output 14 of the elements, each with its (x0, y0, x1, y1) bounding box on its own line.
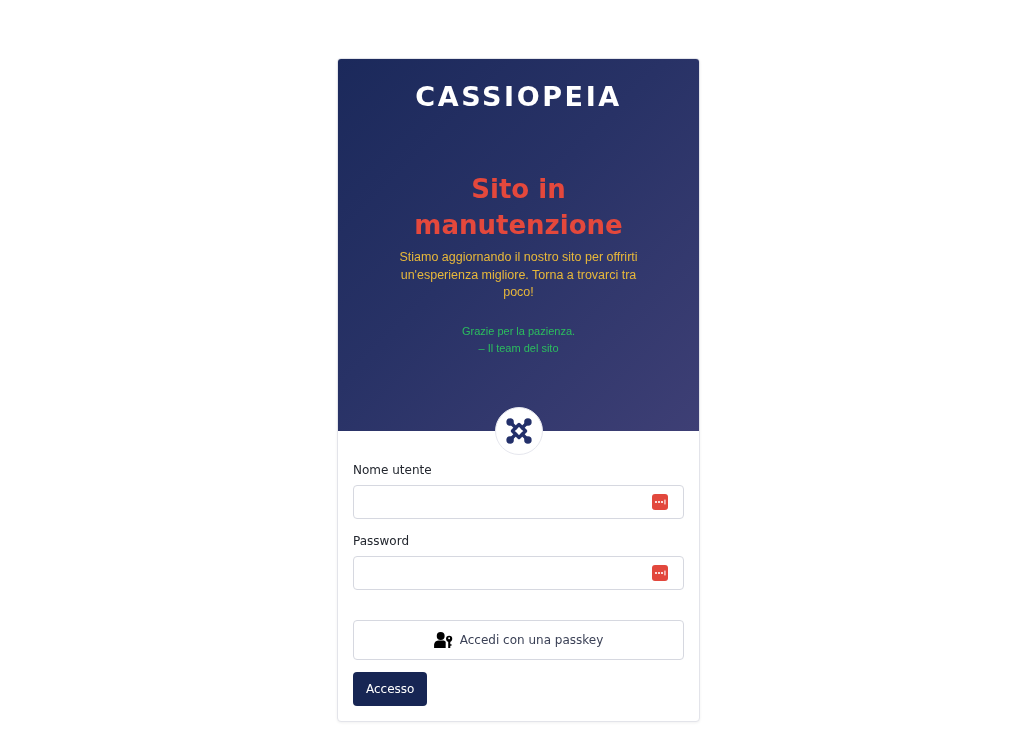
dots-badge-icon[interactable] (652, 493, 668, 510)
passkey-button[interactable]: Accedi con una passkey (353, 619, 684, 660)
input-field[interactable] (353, 484, 684, 519)
maintenance-message: Stiamo aggiornando il nostro sito per offrirti un'esperienza migliore. Torna a trovarci tra poco! (398, 249, 639, 301)
field-label: Nome utente (353, 461, 432, 479)
site-logo: CASSIOPEIA (415, 80, 622, 114)
dots-badge-icon[interactable] (652, 564, 668, 581)
signature-line: – Il team del sito (478, 340, 559, 356)
maintenance-title: Sito in manutenzione (413, 173, 624, 242)
login-button[interactable]: Accesso (353, 671, 428, 706)
input-field[interactable] (353, 555, 684, 590)
field-label: Password (353, 532, 410, 550)
user-key-icon (433, 631, 453, 648)
signature-line: Grazie per la pazienza. (461, 323, 576, 339)
